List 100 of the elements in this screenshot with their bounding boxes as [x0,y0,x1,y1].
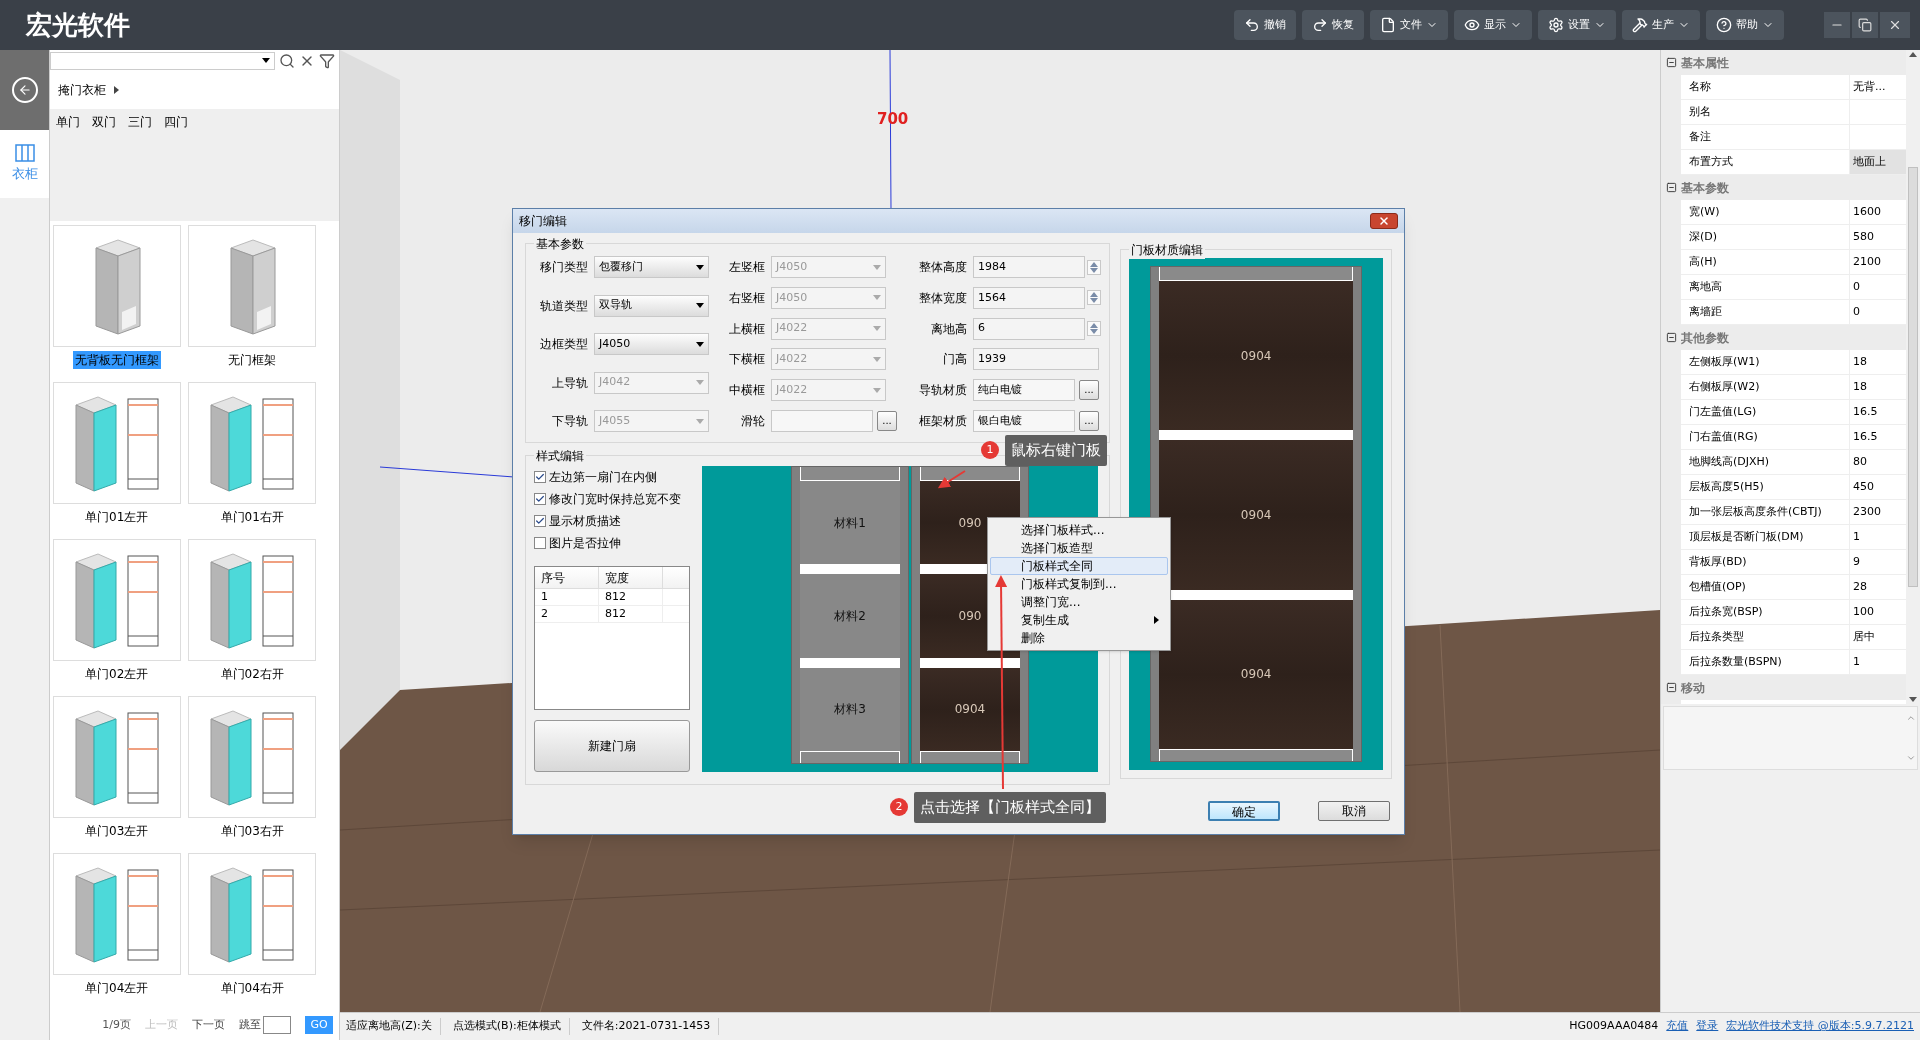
product-label[interactable]: 无门框架 [226,351,279,370]
text-input[interactable]: 纯白电镀 [973,379,1075,402]
spinner[interactable] [1087,321,1101,337]
text-input[interactable]: 银白电镀 [973,410,1075,432]
dropdown[interactable]: J4050 [594,333,709,355]
group-header[interactable]: 基本属性 [1681,53,1729,72]
product-label[interactable]: 单门01左开 [83,508,151,527]
material-panel-section[interactable]: 材料3 [800,667,900,751]
property-row[interactable]: 门右盖值(RG) 16.5 [1681,425,1906,450]
status-link[interactable]: 充值 [1666,1018,1689,1035]
product-label[interactable]: 单门02右开 [218,665,286,684]
scrollbar[interactable] [1906,50,1920,704]
breadcrumb[interactable]: 掩门衣柜 [58,81,106,100]
product-card[interactable] [188,696,317,819]
spinner[interactable] [1087,290,1101,306]
menu-item[interactable]: 门板样式全同 [990,557,1168,575]
property-row[interactable]: 顶层板是否断门板(DM) 1 [1681,525,1906,550]
toolbar-button[interactable]: 文件 [1370,10,1448,40]
close-button[interactable] [1370,213,1398,229]
product-card[interactable] [188,225,317,348]
search-field[interactable] [50,51,275,70]
column-header[interactable]: 序号 [535,567,599,588]
product-card[interactable] [188,382,317,505]
sidebar-tab[interactable]: 衣柜 [0,130,49,198]
group-header[interactable]: 移动 [1681,678,1705,697]
restore-button[interactable] [1852,12,1878,38]
product-card[interactable] [52,539,181,662]
group-header[interactable]: 其他参数 [1681,328,1729,347]
property-row[interactable]: 地脚线高(DJXH) 80 [1681,450,1906,475]
dropdown[interactable]: 双导轨 [594,294,709,317]
page-link[interactable]: 下一页 [192,1016,225,1034]
text-input[interactable]: 1939 [973,348,1099,371]
property-row[interactable]: 高(H) 2100 [1681,250,1906,275]
material-panel-section[interactable]: 材料1 [800,481,900,565]
product-card[interactable] [52,225,181,348]
property-row[interactable]: 深(D) 580 [1681,225,1906,250]
checkbox[interactable] [534,515,546,527]
property-row[interactable]: 门左盖值(LG) 16.5 [1681,400,1906,425]
group-header[interactable]: 基本参数 [1681,178,1729,197]
property-row[interactable]: 宽(W) 1600 [1681,200,1906,225]
product-label[interactable]: 单门03左开 [83,822,151,841]
dropdown[interactable]: 包覆移门 [594,256,709,278]
property-row[interactable]: 离地高 0 [1681,275,1906,300]
product-label[interactable]: 单门03右开 [218,822,286,841]
browse-button[interactable]: ... [1079,380,1099,401]
wood-panel-section[interactable]: 0904 [920,667,1020,751]
category-link[interactable]: 四门 [164,113,188,132]
browse-button[interactable]: ... [1079,411,1099,431]
product-card[interactable] [188,853,317,976]
property-row[interactable]: 名称 无背... [1681,75,1906,100]
toolbar-button[interactable]: 恢复 [1302,10,1364,40]
close-button[interactable] [1880,12,1910,38]
product-card[interactable] [188,539,317,662]
product-card[interactable] [52,696,181,819]
text-input[interactable] [771,410,873,432]
product-label[interactable]: 单门01右开 [218,508,286,527]
category-link[interactable]: 三门 [128,113,152,132]
category-link[interactable]: 单门 [56,113,80,132]
wood-panel-section[interactable]: 0904 [1159,599,1354,749]
number-input[interactable]: 6 [973,317,1085,340]
minimize-button[interactable] [1824,12,1850,38]
toolbar-button[interactable]: 生产 [1622,10,1700,40]
product-label[interactable]: 单门04左开 [83,979,151,998]
property-row[interactable]: 右侧板厚(W2) 18 [1681,375,1906,400]
property-row[interactable]: 后拉条类型 居中 [1681,625,1906,650]
wood-panel-section[interactable]: 0904 [1159,281,1354,431]
wood-panel-section[interactable]: 0904 [1159,440,1354,590]
checkbox[interactable] [534,493,546,505]
property-row[interactable]: 包槽值(OP) 28 [1681,575,1906,600]
property-row[interactable]: 层板高度5(H5) 450 [1681,475,1906,500]
category-link[interactable]: 双门 [92,113,116,132]
number-input[interactable]: 1984 [973,256,1085,278]
product-label[interactable]: 单门02左开 [83,665,151,684]
dialog-button[interactable]: 取消 [1318,801,1390,821]
new-door-button[interactable]: 新建门扇 [534,720,690,772]
page-input[interactable] [263,1016,291,1035]
property-row[interactable]: 备注 [1681,125,1906,150]
toolbar-button[interactable]: 撤销 [1234,10,1296,40]
material-panel-section[interactable]: 材料2 [800,574,900,658]
dialog-button[interactable]: 确定 [1208,801,1280,821]
property-row[interactable]: 后拉条宽(BSP) 100 [1681,600,1906,625]
toolbar-button[interactable]: 帮助 [1706,10,1784,40]
product-label[interactable]: 无背板无门框架 [72,351,161,370]
product-card[interactable] [52,382,181,505]
toolbar-button[interactable]: 设置 [1538,10,1616,40]
status-link[interactable]: 登录 [1696,1018,1719,1035]
property-row[interactable]: 左侧板厚(W1) 18 [1681,350,1906,375]
toolbar-button[interactable]: 显示 [1454,10,1532,40]
spinner[interactable] [1087,259,1101,275]
number-input[interactable]: 1564 [973,286,1085,309]
property-row[interactable]: 加一张层板高度条件(CBTJ) 2300 [1681,500,1906,525]
status-link[interactable]: 宏光软件技术支持 @版本:5.9.7.2121 [1726,1018,1914,1035]
door-panel[interactable]: 材料1 材料2 材料3 [791,466,909,764]
property-row[interactable]: 别名 [1681,100,1906,125]
checkbox[interactable] [534,471,546,483]
column-header[interactable]: 宽度 [599,567,663,588]
product-card[interactable] [52,853,181,976]
back-button[interactable] [0,50,49,130]
property-value[interactable]: 地面上 [1850,150,1906,174]
checkbox[interactable] [534,537,546,549]
